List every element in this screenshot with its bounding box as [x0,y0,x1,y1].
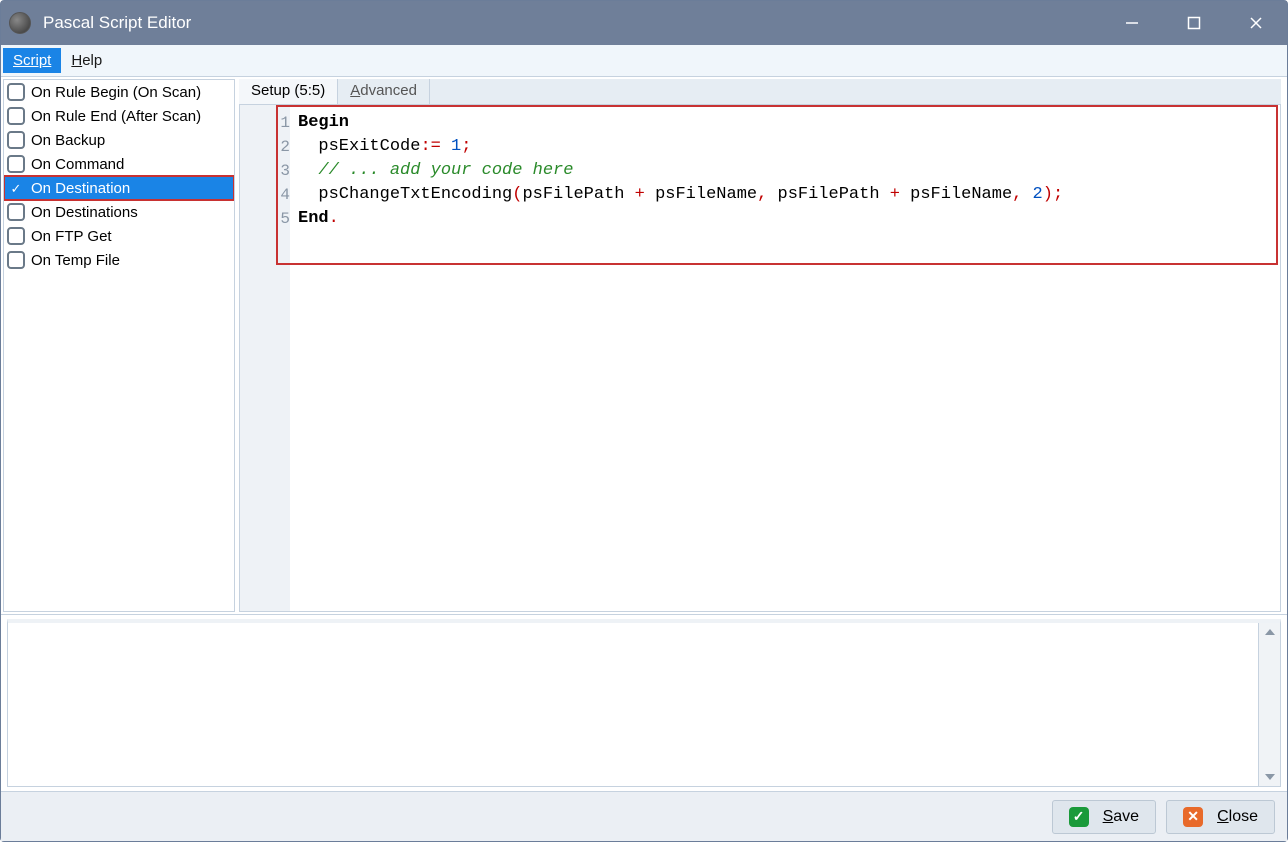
sidebar-item-label: On Destinations [31,204,138,221]
scroll-up-icon[interactable] [1265,629,1275,635]
menu-script[interactable]: Script [3,48,61,73]
sidebar-item-destination[interactable]: On Destination [4,176,234,200]
minimize-button[interactable] [1101,1,1163,45]
save-button[interactable]: ✓ Save [1052,800,1156,834]
window-title: Pascal Script Editor [43,13,191,33]
sidebar-item-label: On Rule Begin (On Scan) [31,84,201,101]
sidebar-item-command[interactable]: On Command [4,152,234,176]
sidebar-item-temp-file[interactable]: On Temp File [4,248,234,272]
checkbox-icon[interactable] [7,251,25,269]
titlebar: Pascal Script Editor [1,1,1287,45]
tab-advanced[interactable]: Advanced [338,79,430,104]
maximize-button[interactable] [1163,1,1225,45]
close-icon: ✕ [1183,807,1203,827]
sidebar-item-destinations[interactable]: On Destinations [4,200,234,224]
sidebar-item-backup[interactable]: On Backup [4,128,234,152]
sidebar-item-label: On FTP Get [31,228,112,245]
scroll-down-icon[interactable] [1265,774,1275,780]
check-icon: ✓ [1069,807,1089,827]
close-window-button[interactable] [1225,1,1287,45]
sidebar-item-label: On Temp File [31,252,120,269]
checkbox-icon[interactable] [7,179,25,197]
checkbox-icon[interactable] [7,131,25,149]
output-content[interactable] [8,623,1258,786]
app-icon [9,12,31,34]
editor-body: 1 2 3 4 5 Begin psExitCode:= 1; // ... a… [239,105,1281,612]
checkbox-icon[interactable] [7,155,25,173]
sidebar-item-ftp-get[interactable]: On FTP Get [4,224,234,248]
sidebar-item-rule-end[interactable]: On Rule End (After Scan) [4,104,234,128]
sidebar-item-rule-begin[interactable]: On Rule Begin (On Scan) [4,80,234,104]
output-panel [7,619,1281,787]
code-area[interactable]: Begin psExitCode:= 1; // ... add your co… [290,105,1280,611]
line-gutter: 1 2 3 4 5 [276,105,290,611]
checkbox-icon[interactable] [7,227,25,245]
close-button[interactable]: ✕ Close [1166,800,1275,834]
menu-help[interactable]: Help [61,48,112,73]
editor-column: Setup (5:5) Advanced 1 2 3 4 5 Begin psE… [239,79,1281,612]
sidebar-item-label: On Command [31,156,124,173]
gutter-margin [240,105,276,611]
checkbox-icon[interactable] [7,107,25,125]
footer: ✓ Save ✕ Close [1,791,1287,841]
sidebar-item-label: On Destination [31,180,130,197]
sidebar: On Rule Begin (On Scan) On Rule End (Aft… [3,79,235,612]
menubar: Script Help [1,45,1287,77]
main-row: On Rule Begin (On Scan) On Rule End (Aft… [1,77,1287,615]
output-scrollbar[interactable] [1258,623,1280,786]
checkbox-icon[interactable] [7,203,25,221]
sidebar-item-label: On Rule End (After Scan) [31,108,201,125]
tab-setup[interactable]: Setup (5:5) [239,79,338,104]
tabs: Setup (5:5) Advanced [239,79,1281,105]
checkbox-icon[interactable] [7,83,25,101]
sidebar-item-label: On Backup [31,132,105,149]
